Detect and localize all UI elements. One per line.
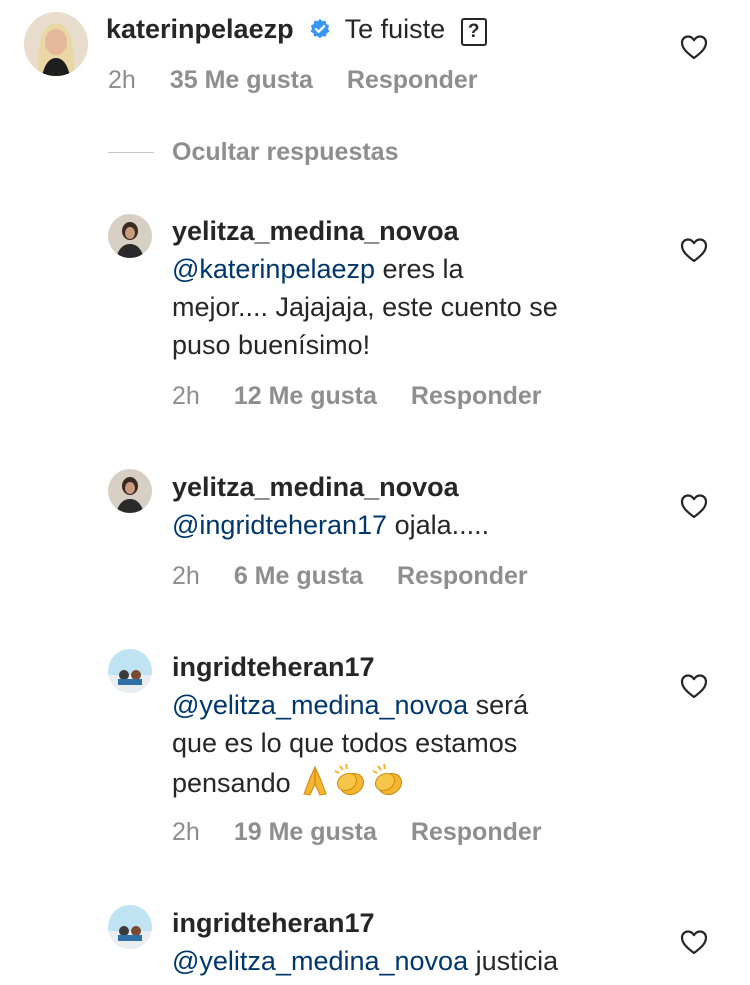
reply-username[interactable]: yelitza_medina_novoa [172, 216, 459, 247]
likes-count-button[interactable]: 12 Me gusta [234, 382, 377, 410]
like-heart-icon[interactable] [680, 929, 708, 955]
hide-replies-button[interactable]: Ocultar respuestas [108, 138, 399, 167]
comment-username[interactable]: katerinpelaezp Te fuiste ? [106, 14, 487, 47]
reply-meta: 2h 19 Me gusta Responder [172, 818, 542, 846]
mention-link[interactable]: @yelitza_medina_novoa [172, 946, 468, 976]
reply-button[interactable]: Responder [397, 562, 528, 590]
like-heart-icon[interactable] [680, 237, 708, 263]
reply-button[interactable]: Responder [411, 382, 542, 410]
reply-text: @katerinpelaezp eres la mejor.... Jajaja… [172, 254, 558, 360]
clapping-hands-emoji [370, 762, 408, 808]
reply-username[interactable]: ingridteheran17 [172, 652, 375, 683]
avatar[interactable] [108, 469, 152, 513]
likes-count-button[interactable]: 19 Me gusta [234, 818, 377, 846]
verified-badge-icon [309, 16, 331, 47]
like-heart-icon[interactable] [680, 673, 708, 699]
reply-text: @ingridteheran17 ojala..... [172, 510, 490, 540]
reply-text: @yelitza_medina_novoa será que es lo que… [172, 686, 652, 808]
reply-text: @yelitza_medina_novoa justicia [172, 946, 559, 976]
reply-button[interactable]: Responder [347, 66, 478, 94]
comment-meta: 2h 35 Me gusta Responder [108, 66, 512, 95]
likes-count-button[interactable]: 35 Me gusta [170, 66, 313, 94]
likes-count-button[interactable]: 6 Me gusta [234, 562, 363, 590]
mention-link[interactable]: @yelitza_medina_novoa [172, 690, 468, 720]
avatar[interactable] [108, 649, 152, 693]
folded-hands-emoji [298, 764, 332, 808]
unknown-glyph-icon: ? [460, 18, 487, 46]
comment-time: 2h [108, 66, 136, 94]
clapping-hands-emoji [332, 762, 370, 808]
avatar[interactable] [24, 12, 88, 76]
like-heart-icon[interactable] [680, 493, 708, 519]
reply-meta: 2h 12 Me gusta Responder [172, 382, 542, 410]
mention-link[interactable]: @ingridteheran17 [172, 510, 387, 540]
avatar[interactable] [108, 214, 152, 258]
reply-username[interactable]: ingridteheran17 [172, 908, 375, 939]
mention-link[interactable]: @katerinpelaezp [172, 254, 375, 284]
divider [108, 152, 154, 153]
like-heart-icon[interactable] [680, 34, 708, 60]
reply-meta: 2h 6 Me gusta Responder [172, 562, 528, 590]
reply-button[interactable]: Responder [411, 818, 542, 846]
reply-username[interactable]: yelitza_medina_novoa [172, 472, 459, 503]
comment-text: Te fuiste [344, 14, 446, 44]
avatar[interactable] [108, 905, 152, 949]
